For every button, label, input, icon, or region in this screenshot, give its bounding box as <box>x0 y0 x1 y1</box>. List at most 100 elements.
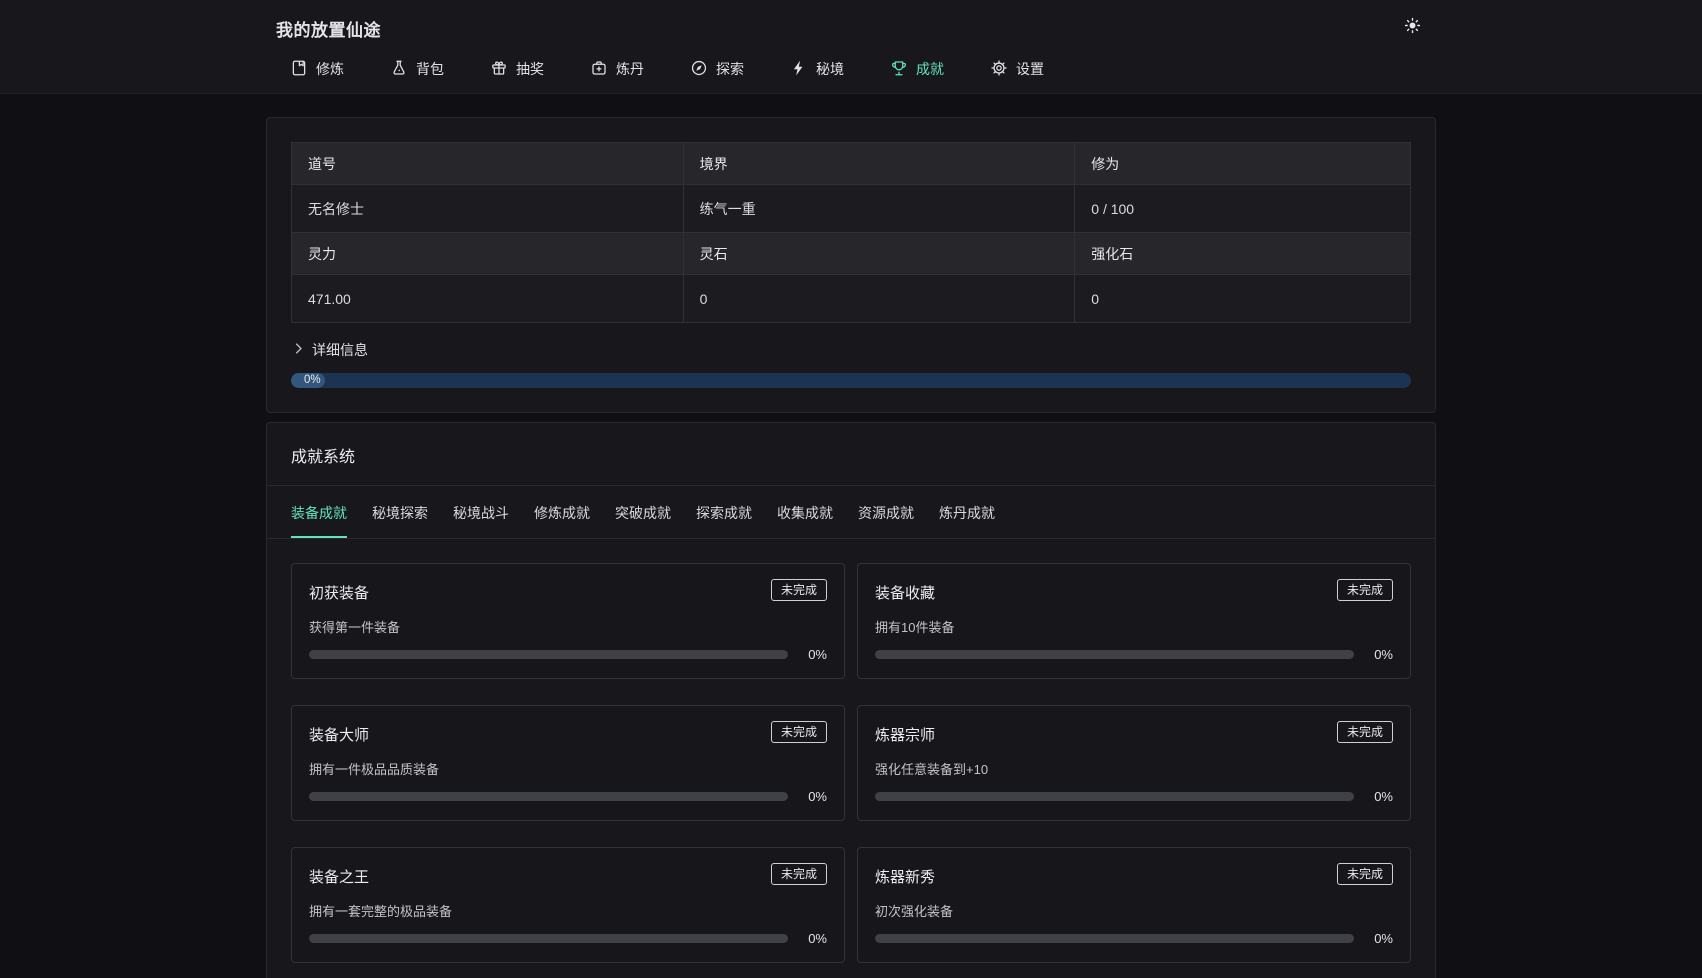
value-cell-cultivation: 0 / 100 <box>1075 185 1411 233</box>
compass-icon <box>690 59 708 80</box>
achievement-progress-rail <box>309 792 788 801</box>
table-row: 道号 境界 修为 <box>292 143 1411 185</box>
table-row: 无名修士 练气一重 0 / 100 <box>292 185 1411 233</box>
tab-realm-combat[interactable]: 秘境战斗 <box>453 486 509 538</box>
theme-toggle-button[interactable] <box>1398 14 1426 42</box>
header-cell-realm: 境界 <box>683 143 1075 185</box>
tab-cultivation-achievements[interactable]: 修炼成就 <box>534 486 590 538</box>
achievement-title: 装备之王 <box>309 863 369 887</box>
achievement-status-badge: 未完成 <box>1337 863 1393 885</box>
table-row: 471.00 0 0 <box>292 275 1411 323</box>
details-collapse-toggle[interactable]: 详细信息 <box>291 340 368 360</box>
header-cell-spirit-stone: 灵石 <box>683 233 1075 275</box>
achievement-title: 炼器宗师 <box>875 721 935 745</box>
achievement-title: 装备大师 <box>309 721 369 745</box>
achievement-card: 炼器宗师 未完成 强化任意装备到+10 0% <box>857 705 1411 821</box>
achievement-progress-rail <box>309 934 788 943</box>
value-cell-enhance-stone: 0 <box>1075 275 1411 323</box>
nav-item-lottery[interactable]: 抽奖 <box>490 52 544 86</box>
nav-item-label: 抽奖 <box>516 59 544 79</box>
tab-explore-achievements[interactable]: 探索成就 <box>696 486 752 538</box>
achievement-status-badge: 未完成 <box>771 721 827 743</box>
achievement-section-title: 成就系统 <box>267 423 1435 486</box>
achievement-description: 拥有一套完整的极品装备 <box>309 901 827 920</box>
nav-item-settings[interactable]: 设置 <box>990 52 1044 86</box>
book-icon <box>290 59 308 80</box>
nav-item-label: 修炼 <box>316 59 344 79</box>
achievement-status-badge: 未完成 <box>1337 579 1393 601</box>
achievement-tabs: 装备成就 秘境探索 秘境战斗 修炼成就 突破成就 探索成就 收集成就 资源成就 … <box>267 486 1435 539</box>
achievement-progress-rail <box>309 650 788 659</box>
tab-realm-explore[interactable]: 秘境探索 <box>372 486 428 538</box>
achievement-progress: 0% <box>309 789 827 804</box>
nav-item-secret-realm[interactable]: 秘境 <box>790 52 844 86</box>
achievement-grid: 初获装备 未完成 获得第一件装备 0% 装备收藏 未完成 拥有10件装备 0% <box>267 539 1435 978</box>
achievement-progress-rail <box>875 934 1354 943</box>
tab-resource-achievements[interactable]: 资源成就 <box>858 486 914 538</box>
nav-item-label: 设置 <box>1016 59 1044 79</box>
nav-item-label: 炼丹 <box>616 59 644 79</box>
nav-item-label: 秘境 <box>816 59 844 79</box>
nav-item-label: 探索 <box>716 59 744 79</box>
nav-item-explore[interactable]: 探索 <box>690 52 744 86</box>
achievement-progress: 0% <box>875 647 1393 662</box>
achievement-panel: 成就系统 装备成就 秘境探索 秘境战斗 修炼成就 突破成就 探索成就 收集成就 … <box>266 422 1436 978</box>
achievement-card: 炼器新秀 未完成 初次强化装备 0% <box>857 847 1411 963</box>
achievement-card: 装备之王 未完成 拥有一套完整的极品装备 0% <box>291 847 845 963</box>
tab-breakthrough-achievements[interactable]: 突破成就 <box>615 486 671 538</box>
nav-item-alchemy[interactable]: 炼丹 <box>590 52 644 86</box>
nav-item-inventory[interactable]: 背包 <box>390 52 444 86</box>
cultivation-progress-bar: 0% <box>291 373 1411 388</box>
trophy-icon <box>890 59 908 80</box>
main-content: 道号 境界 修为 无名修士 练气一重 0 / 100 灵力 灵石 强化石 471… <box>266 117 1436 978</box>
sun-icon <box>1404 17 1421 39</box>
achievement-title: 炼器新秀 <box>875 863 935 887</box>
app-header: 我的放置仙途 修炼 背包 抽奖 炼丹 <box>0 0 1702 94</box>
achievement-status-badge: 未完成 <box>771 863 827 885</box>
medkit-icon <box>590 59 608 80</box>
table-row: 灵力 灵石 强化石 <box>292 233 1411 275</box>
player-stats-panel: 道号 境界 修为 无名修士 练气一重 0 / 100 灵力 灵石 强化石 471… <box>266 117 1436 413</box>
achievement-card: 装备大师 未完成 拥有一件极品品质装备 0% <box>291 705 845 821</box>
header-cell-cultivation: 修为 <box>1075 143 1411 185</box>
achievement-card: 装备收藏 未完成 拥有10件装备 0% <box>857 563 1411 679</box>
achievement-description: 拥有一件极品品质装备 <box>309 759 827 778</box>
achievement-progress-label: 0% <box>1367 931 1393 946</box>
main-nav: 修炼 背包 抽奖 炼丹 探索 秘境 <box>266 42 1436 86</box>
achievement-title: 初获装备 <box>309 579 369 603</box>
nav-item-label: 成就 <box>916 59 944 79</box>
bolt-icon <box>790 59 808 80</box>
header-cell-enhance-stone: 强化石 <box>1075 233 1411 275</box>
achievement-progress-rail <box>875 792 1354 801</box>
achievement-progress-label: 0% <box>801 789 827 804</box>
achievement-description: 强化任意装备到+10 <box>875 759 1393 778</box>
achievement-progress-label: 0% <box>801 931 827 946</box>
nav-item-achievements[interactable]: 成就 <box>890 52 944 86</box>
achievement-progress-rail <box>875 650 1354 659</box>
flask-icon <box>390 59 408 80</box>
achievement-description: 拥有10件装备 <box>875 617 1393 636</box>
app-title: 我的放置仙途 <box>276 16 381 41</box>
achievement-status-badge: 未完成 <box>1337 721 1393 743</box>
achievement-progress: 0% <box>309 931 827 946</box>
tab-equipment-achievements[interactable]: 装备成就 <box>291 486 347 538</box>
achievement-progress-label: 0% <box>801 647 827 662</box>
achievement-title: 装备收藏 <box>875 579 935 603</box>
achievement-progress-label: 0% <box>1367 647 1393 662</box>
achievement-description: 获得第一件装备 <box>309 617 827 636</box>
achievement-progress: 0% <box>875 931 1393 946</box>
gift-icon <box>490 59 508 80</box>
value-cell-dao-name: 无名修士 <box>292 185 684 233</box>
value-cell-spirit-stone: 0 <box>683 275 1075 323</box>
stats-table: 道号 境界 修为 无名修士 练气一重 0 / 100 灵力 灵石 强化石 471… <box>291 142 1411 323</box>
tab-collection-achievements[interactable]: 收集成就 <box>777 486 833 538</box>
chevron-right-icon <box>291 341 306 359</box>
achievement-description: 初次强化装备 <box>875 901 1393 920</box>
tab-alchemy-achievements[interactable]: 炼丹成就 <box>939 486 995 538</box>
cultivation-progress-label: 0% <box>304 373 321 388</box>
achievement-card: 初获装备 未完成 获得第一件装备 0% <box>291 563 845 679</box>
value-cell-spirit-power: 471.00 <box>292 275 684 323</box>
achievement-progress: 0% <box>875 789 1393 804</box>
nav-item-cultivation[interactable]: 修炼 <box>290 52 344 86</box>
achievement-progress-label: 0% <box>1367 789 1393 804</box>
